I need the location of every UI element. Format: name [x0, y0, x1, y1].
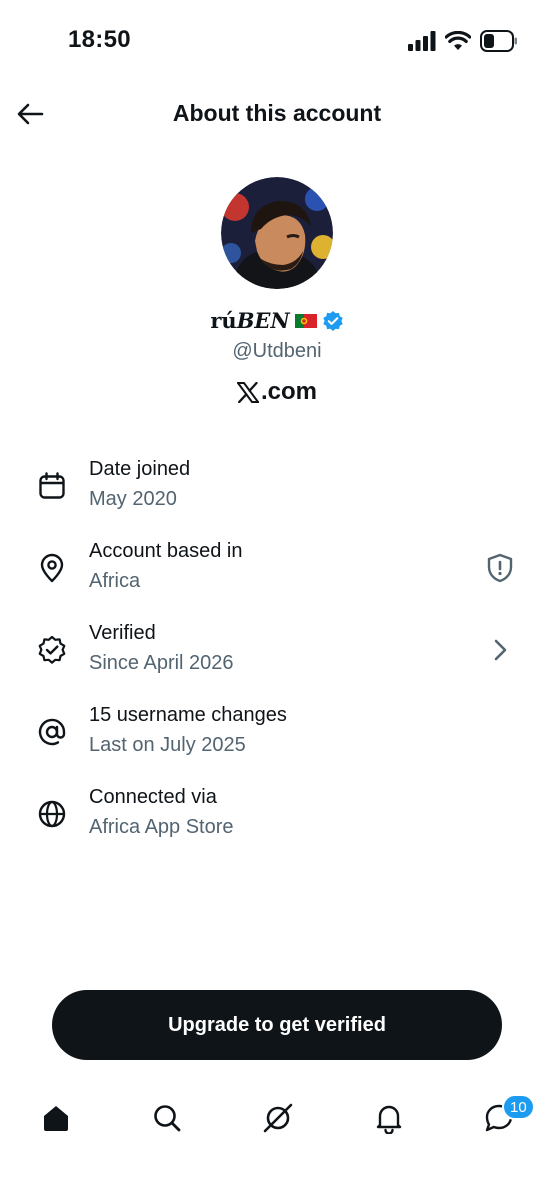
display-name-row: rúBEN — [0, 308, 554, 333]
x-logo-icon — [236, 381, 259, 403]
avatar-illustration — [221, 177, 333, 289]
status-bar: 18:50 — [0, 0, 554, 80]
globe-icon — [38, 800, 66, 828]
info-title: 15 username changes — [89, 704, 287, 726]
home-icon — [44, 1106, 68, 1131]
wifi-icon — [445, 31, 471, 50]
username-handle: @Utdbeni — [232, 340, 322, 362]
avatar[interactable] — [221, 177, 333, 289]
page-title: About this account — [172, 100, 382, 126]
shield-alert-icon — [487, 553, 513, 583]
nav-grok[interactable] — [258, 1098, 298, 1138]
verified-badge-icon — [322, 310, 343, 331]
info-item-verified[interactable]: Verified Since April 2026 — [0, 622, 554, 692]
site-label: .com — [0, 378, 554, 406]
battery-icon — [480, 30, 517, 52]
display-name-upright: rú — [210, 308, 237, 333]
display-name-italic: BEN — [236, 308, 290, 333]
info-title: Verified — [89, 622, 156, 644]
info-item-username-changes: 15 username changes Last on July 2025 — [0, 704, 554, 774]
status-icons — [408, 28, 518, 54]
location-info-button[interactable] — [484, 552, 516, 584]
info-title: Connected via — [89, 786, 217, 808]
info-subtitle: Since April 2026 — [89, 652, 234, 674]
notifications-icon — [376, 1105, 402, 1134]
info-title: Date joined — [89, 458, 191, 480]
bottom-nav: 10 — [0, 1090, 554, 1150]
upgrade-to-verified-button[interactable]: Upgrade to get verified — [52, 990, 502, 1060]
nav-notifications[interactable] — [369, 1098, 409, 1138]
info-subtitle: Africa App Store — [89, 816, 234, 838]
info-subtitle: Africa — [89, 570, 141, 592]
nav-search[interactable] — [147, 1098, 187, 1138]
info-subtitle: May 2020 — [89, 488, 177, 510]
chevron-right-icon — [494, 639, 507, 661]
header: About this account — [0, 88, 554, 142]
portugal-flag-icon — [294, 313, 317, 328]
info-subtitle: Last on July 2025 — [89, 734, 246, 756]
info-item-account-based-in: Account based in Africa — [0, 540, 554, 610]
about-account-screen: 18:50 About this account rúBEN @Utdbeni … — [0, 0, 554, 1200]
location-pin-icon — [40, 553, 64, 583]
info-title: Account based in — [89, 540, 243, 562]
verified-badge-outline-icon — [38, 635, 66, 664]
status-time: 18:50 — [68, 26, 131, 53]
calendar-icon — [39, 472, 65, 499]
nav-home[interactable] — [36, 1098, 76, 1138]
info-item-date-joined: Date joined May 2020 — [0, 458, 554, 528]
messages-badge: 10 — [502, 1094, 535, 1120]
info-item-connected-via: Connected via Africa App Store — [0, 786, 554, 856]
search-icon — [154, 1105, 181, 1132]
display-name: rúBEN — [210, 308, 289, 333]
grok-icon — [263, 1103, 293, 1133]
site-suffix: .com — [260, 378, 317, 405]
signal-icon — [408, 31, 436, 51]
at-sign-icon — [38, 718, 66, 746]
